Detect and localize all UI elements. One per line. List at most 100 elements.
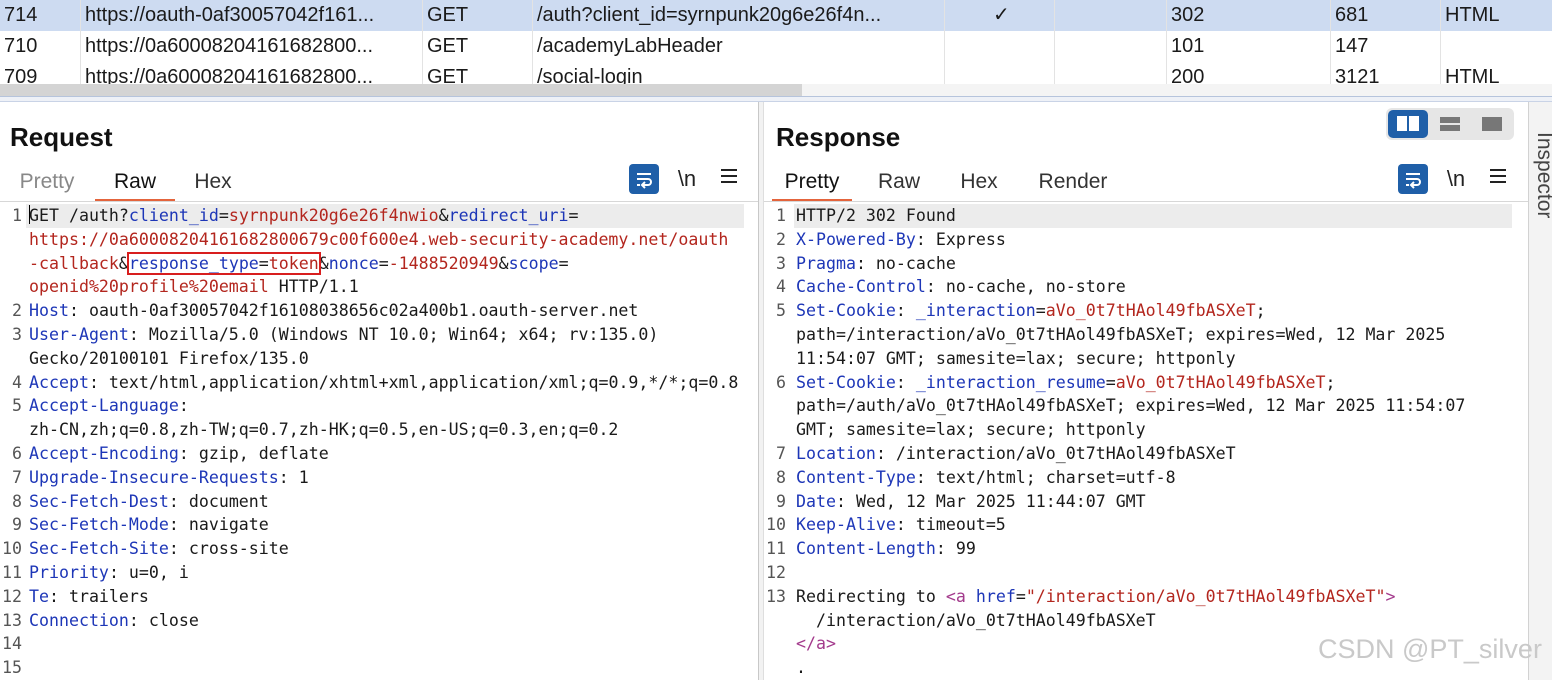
cookie-name: _interaction xyxy=(915,301,1036,321)
response-panel: Response Pretty Raw Hex Render \n 1 2 3 … xyxy=(764,102,1528,680)
param-value: https://0a60008204161682800679c00f600e4.… xyxy=(29,229,729,249)
request-menu-button[interactable] xyxy=(714,164,744,194)
history-cell-method: GET xyxy=(422,31,532,62)
history-row-709[interactable]: 709 https://0a60008204161682800... GET /… xyxy=(0,62,1552,84)
line-number: 12 xyxy=(766,563,786,582)
header-value: : u=0, i xyxy=(108,563,189,582)
header-name: Pragma xyxy=(796,253,856,273)
ampersand: & xyxy=(438,206,449,225)
response-header-cache-control: Cache-Control: no-cache, no-store xyxy=(796,275,1126,299)
header-name: Content-Type xyxy=(796,467,916,487)
line-number: 14 xyxy=(2,634,22,654)
history-cell-status: 101 xyxy=(1166,31,1330,62)
request-show-newlines-button[interactable]: \n xyxy=(672,164,702,194)
line-number: 3 xyxy=(12,325,22,344)
header-value: : cross-site xyxy=(168,539,289,559)
param-value: syrnpunk20g6e26f4nwio xyxy=(228,206,439,225)
single-layout-icon xyxy=(1482,117,1502,131)
history-cell-method: GET xyxy=(422,62,532,84)
request-wrap-lines-button[interactable] xyxy=(629,164,659,194)
header-name: Keep-Alive xyxy=(796,515,896,535)
wrap-lines-icon xyxy=(637,173,652,189)
response-title: Response xyxy=(776,122,901,152)
response-tab-hex[interactable]: Hex xyxy=(948,164,1010,202)
request-line-1: GET /auth?client_id=syrnpunk20g6e26f4nwi… xyxy=(29,204,579,228)
response-body-period: . xyxy=(796,658,806,678)
history-cell-edited-check xyxy=(944,31,1054,62)
response-header-wrap: path=/auth/aVo_0t7tHAol49fbASXeT; expire… xyxy=(796,396,1466,416)
request-tabs-underline xyxy=(0,201,758,202)
response-body-line-wrap: /interaction/aVo_0t7tHAol49fbASXeT xyxy=(796,610,1156,630)
response-menu-button[interactable] xyxy=(1483,164,1513,194)
html-tag: <a xyxy=(945,586,976,606)
header-name: Content-Length xyxy=(796,539,936,559)
header-value: : 99 xyxy=(935,539,976,559)
request-title: Request xyxy=(10,122,113,152)
header-value: : Wed, 12 Mar 2025 11:44:07 GMT xyxy=(835,491,1146,511)
response-header-content-length: Content-Length: 99 xyxy=(796,537,976,561)
layout-single-button[interactable] xyxy=(1472,110,1512,138)
request-header-te: Te: trailers xyxy=(29,585,149,609)
line-number: 11 xyxy=(766,539,786,559)
header-name: Sec-Fetch-Dest xyxy=(29,491,169,511)
request-line-1-wrap: -callback&response_type=token&nonce=-148… xyxy=(29,251,569,276)
cookie-value: aVo_0t7tHAol49fbASXeT xyxy=(1115,372,1326,392)
param-value: -callback xyxy=(29,253,119,273)
line-number: 7 xyxy=(12,467,22,487)
response-wrap-lines-button[interactable] xyxy=(1398,164,1428,194)
inspector-tab-label[interactable]: Inspector xyxy=(1532,132,1552,218)
inspector-sidebar[interactable]: Inspector xyxy=(1528,102,1552,680)
history-cell-extra xyxy=(1054,62,1166,84)
response-tab-raw[interactable]: Raw xyxy=(866,164,932,202)
history-row-710[interactable]: 710 https://0a60008204161682800... GET /… xyxy=(0,31,1552,62)
response-editor[interactable]: 1 2 3 4 5 6 7 8 9 10 11 12 13 HTTP/2 302… xyxy=(764,204,1528,680)
header-sep: : xyxy=(895,301,916,321)
html-attribute-value: "/interaction/aVo_0t7tHAol49fbASXeT" xyxy=(1025,586,1386,606)
line-number: 8 xyxy=(776,467,786,487)
layout-stacked-button[interactable] xyxy=(1430,110,1470,138)
header-name: X-Powered-By xyxy=(796,229,916,249)
response-tabs-underline xyxy=(764,201,1528,202)
request-tab-raw[interactable]: Raw xyxy=(95,164,175,202)
history-cell-status: 200 xyxy=(1166,62,1330,84)
header-name: Accept-Language xyxy=(29,396,179,416)
response-tab-render[interactable]: Render xyxy=(1028,164,1118,202)
hamburger-menu-icon xyxy=(721,169,737,183)
header-name: Priority xyxy=(29,563,109,582)
header-name: Set-Cookie xyxy=(796,372,896,392)
header-name: Upgrade-Insecure-Requests xyxy=(29,467,279,487)
ampersand: & xyxy=(318,253,329,273)
columns-layout-icon xyxy=(1397,116,1419,131)
line-number: 11 xyxy=(2,563,22,582)
history-row-714[interactable]: 714 https://oauth-0af30057042f161... GET… xyxy=(0,0,1552,31)
history-cell-num: 714 xyxy=(4,4,38,26)
request-editor[interactable]: 1 2 3 4 5 6 7 8 9 10 11 12 13 14 15 GET … xyxy=(0,204,758,680)
line-number: 10 xyxy=(2,539,22,559)
header-value: : text/html; charset=utf-8 xyxy=(915,467,1176,487)
header-sep: : xyxy=(895,372,916,392)
response-tab-pretty[interactable]: Pretty xyxy=(772,164,852,202)
cookie-value: aVo_0t7tHAol49fbASXeT xyxy=(1045,301,1256,321)
history-cell-host: https://0a60008204161682800... xyxy=(80,31,422,62)
history-cell-url: /academyLabHeader xyxy=(532,31,944,62)
response-status-line: HTTP/2 302 Found xyxy=(796,206,956,225)
layout-side-by-side-button[interactable] xyxy=(1388,110,1428,138)
header-name: Set-Cookie xyxy=(796,301,896,321)
equals: = xyxy=(218,206,229,225)
header-value: : document xyxy=(168,491,269,511)
param-value: -1488520949 xyxy=(388,253,499,273)
history-scrollbar-thumb[interactable] xyxy=(0,84,802,96)
header-value: : trailers xyxy=(48,586,149,606)
header-value: : xyxy=(178,396,189,416)
protocol: HTTP/1.1 xyxy=(268,277,359,297)
html-tag: > xyxy=(1385,586,1396,606)
response-header-set-cookie-interaction: Set-Cookie: _interaction=aVo_0t7tHAol49f… xyxy=(796,299,1266,323)
response-show-newlines-button[interactable]: \n xyxy=(1441,164,1471,194)
request-tab-hex[interactable]: Hex xyxy=(182,164,244,202)
header-name: Sec-Fetch-Mode xyxy=(29,515,169,535)
request-header-sec-fetch-mode: Sec-Fetch-Mode: navigate xyxy=(29,513,269,537)
request-tab-pretty[interactable]: Pretty xyxy=(8,164,86,202)
param-key: scope xyxy=(508,253,559,273)
line-number: 6 xyxy=(776,372,786,392)
header-name: User-Agent xyxy=(29,325,129,344)
